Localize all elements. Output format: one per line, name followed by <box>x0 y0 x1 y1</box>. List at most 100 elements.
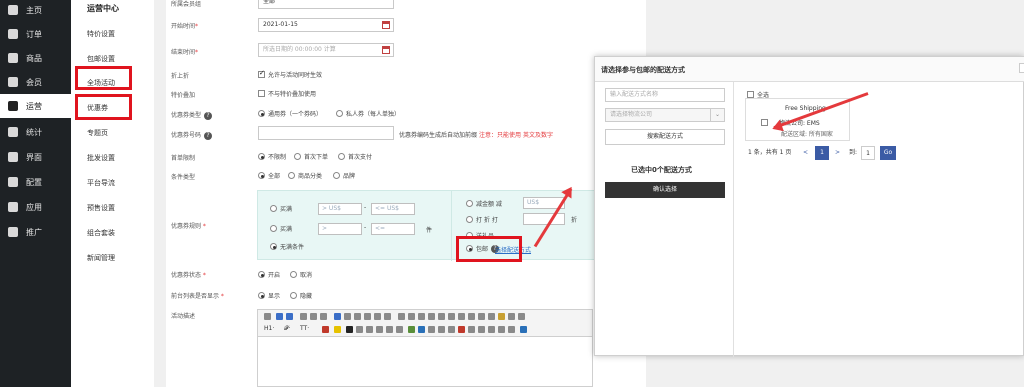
first-order-pay[interactable]: 首次支付 <box>338 152 372 161</box>
radio-selected-icon <box>258 271 265 278</box>
condition-category[interactable]: 商品分类 <box>288 171 322 180</box>
rule-label: 优惠券规则 * <box>171 223 206 230</box>
logistics-company-select[interactable]: 请选择物流公司 ⌄ <box>605 108 725 122</box>
sidebar-item-promotion[interactable]: 推广 <box>0 220 71 244</box>
sidebar-item-stats[interactable]: 统计 <box>0 120 71 144</box>
sidebar-item-operations[interactable]: 运营 <box>0 94 71 118</box>
radio-icon <box>333 172 340 179</box>
discount-checkbox[interactable]: 允许与活动同时生效 <box>258 69 322 79</box>
sidebar-item-product[interactable]: 商品 <box>0 46 71 70</box>
submenu-title: 运营中心 <box>87 4 119 13</box>
status-off[interactable]: 取消 <box>290 270 312 279</box>
submenu-item-special-price[interactable]: 特价设置 <box>87 29 115 39</box>
search-shipping-button[interactable]: 搜索配送方式 <box>605 129 725 145</box>
submenu-item-wholesale[interactable]: 批发设置 <box>87 153 115 163</box>
discount-label: 折上折 <box>171 73 190 80</box>
current-page-button[interactable]: 1 <box>815 146 829 160</box>
megaphone-icon <box>8 101 18 111</box>
radio-selected-icon <box>258 172 265 179</box>
desc-label: 活动描述 <box>171 313 196 320</box>
front-show-no[interactable]: 隐藏 <box>290 291 312 300</box>
first-order-none[interactable]: 不限制 <box>258 152 286 161</box>
highlight-box-coupons <box>75 94 132 120</box>
submenu-item-traffic[interactable]: 平台导流 <box>87 178 115 188</box>
shipping-modal: 请选择参与包邮的配送方式 输入配送方式名称 请选择物流公司 ⌄ 搜索配送方式 已选… <box>594 56 1024 357</box>
close-icon[interactable] <box>1019 63 1024 73</box>
coupon-code-input[interactable] <box>258 126 394 140</box>
help-icon[interactable]: ? <box>204 132 213 140</box>
member-icon <box>8 77 18 87</box>
radio-icon <box>294 153 301 160</box>
help-icon[interactable]: ? <box>204 112 213 120</box>
sidebar-item-interface[interactable]: 界面 <box>0 145 71 169</box>
submenu-item-bundle[interactable]: 组合套装 <box>87 228 115 238</box>
primary-sidebar: 主页 订单 商品 会员 运营 统计 界面 配置 应用 推广 <box>0 0 71 387</box>
go-button[interactable]: Go <box>880 146 896 160</box>
layout-icon <box>8 152 18 162</box>
condition-label: 条件类型 <box>171 174 196 181</box>
start-time-input[interactable]: 2021-01-15 <box>258 18 394 32</box>
radio-selected-icon <box>258 110 265 117</box>
submenu-item-free-shipping[interactable]: 包邮设置 <box>87 54 115 64</box>
condition-all[interactable]: 全部 <box>258 171 280 180</box>
submenu-item-news[interactable]: 新闻管理 <box>87 253 115 263</box>
member-level-select[interactable]: 全部 <box>258 0 394 9</box>
modal-divider <box>733 82 734 357</box>
checkbox-icon <box>747 91 754 98</box>
sidebar-item-home[interactable]: 主页 <box>0 0 71 22</box>
end-time-label: 结束时间* <box>171 49 199 56</box>
front-show-yes[interactable]: 显示 <box>258 291 280 300</box>
radio-icon <box>290 271 297 278</box>
special-label: 特价叠加 <box>171 92 196 99</box>
radio-selected-icon <box>258 292 265 299</box>
puzzle-icon <box>8 202 18 212</box>
sidebar-item-member[interactable]: 会员 <box>0 70 71 94</box>
modal-title: 请选择参与包邮的配送方式 <box>601 66 685 74</box>
home-icon <box>8 5 18 15</box>
coupon-type-general[interactable]: 通用券（一个券码） <box>258 109 322 118</box>
first-order-label: 首单限制 <box>171 155 196 162</box>
secondary-sidebar: 运营中心 特价设置 包邮设置 全场活动 优惠券 专题页 批发设置 平台导流 预售… <box>71 0 154 387</box>
prev-page-button[interactable]: < <box>803 146 808 160</box>
sidebar-item-config[interactable]: 配置 <box>0 170 71 194</box>
coupon-type-private[interactable]: 私人券（每人单独） <box>336 109 400 118</box>
confirm-select-button[interactable]: 确认选择 <box>605 182 725 198</box>
checkbox-checked-icon <box>258 69 265 78</box>
choose-shipping-link[interactable]: 选择配送方式 <box>495 245 531 254</box>
calendar-icon[interactable] <box>382 46 390 54</box>
coupon-type-label: 优惠券类型? <box>171 110 213 120</box>
coupon-code-label: 优惠券号码? <box>171 130 213 140</box>
chevron-down-icon: ⌄ <box>710 109 724 121</box>
calendar-icon[interactable] <box>382 21 390 29</box>
submenu-item-presale[interactable]: 预售设置 <box>87 203 115 213</box>
coupon-code-hint: 优惠券编码生成后自动加前缀 注意： 只能使用 英文及数字 <box>399 132 553 139</box>
page-number-input[interactable]: 1 <box>861 146 875 160</box>
first-order-first[interactable]: 首次下单 <box>294 152 328 161</box>
radio-icon <box>290 292 297 299</box>
radio-icon <box>338 153 345 160</box>
option-checkbox-icon[interactable] <box>761 119 768 126</box>
sidebar-item-order[interactable]: 订单 <box>0 22 71 46</box>
app-window: { "sidebar": { "items": [ {"label": "主页"… <box>0 0 1024 387</box>
gear-icon <box>8 177 18 187</box>
start-time-label: 开始时间* <box>171 23 199 30</box>
bar-chart-icon <box>8 127 18 137</box>
shipping-name-input[interactable]: 输入配送方式名称 <box>605 88 725 102</box>
checkbox-icon <box>258 90 265 97</box>
condition-brand[interactable]: 品牌 <box>333 171 355 180</box>
sidebar-item-apps[interactable]: 应用 <box>0 195 71 219</box>
end-time-input[interactable]: 所选日期的 00:00:00 计算 <box>258 43 394 57</box>
radio-icon <box>288 172 295 179</box>
modal-header: 请选择参与包邮的配送方式 <box>595 57 1024 82</box>
goto-label: 到: <box>849 149 858 156</box>
pagination-summary: 1 条，共有 1 页 <box>748 149 792 156</box>
special-checkbox[interactable]: 不与特价叠加使用 <box>258 89 316 98</box>
member-level-label: 所属会员组 <box>171 1 202 8</box>
status-on[interactable]: 开启 <box>258 270 280 279</box>
radio-icon <box>336 110 343 117</box>
front-show-label: 前台列表是否显示 * <box>171 293 224 300</box>
next-page-button[interactable]: > <box>835 146 840 160</box>
radio-selected-icon <box>258 153 265 160</box>
submenu-item-topics[interactable]: 专题页 <box>87 128 108 138</box>
product-icon <box>8 53 18 63</box>
